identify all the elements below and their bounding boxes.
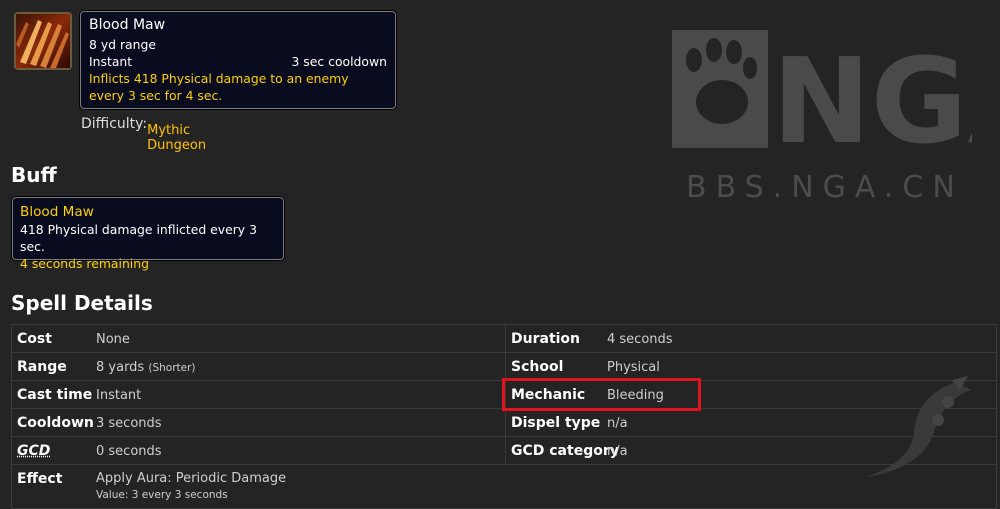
nga-watermark-text: NGA — [772, 32, 972, 150]
spell-range: 8 yd range — [89, 37, 156, 52]
spell-cooldown: 3 sec cooldown — [291, 54, 387, 69]
cost-label: Cost — [17, 331, 52, 347]
table-row: Cooldown 3 seconds Dispel type n/a — [12, 409, 996, 437]
difficulty-value[interactable]: Mythic Dungeon — [147, 123, 206, 153]
table-row: Cost None Duration 4 seconds — [12, 325, 996, 353]
range-yards: 8 yards — [96, 360, 145, 375]
spell-details-table: Cost None Duration 4 seconds Range 8 yar… — [11, 324, 997, 509]
difficulty-label: Difficulty: — [81, 116, 148, 132]
cooldown-label: Cooldown — [17, 415, 94, 431]
cost-value: None — [96, 332, 130, 347]
mechanic-highlight-box — [502, 378, 701, 411]
range-label: Range — [17, 359, 67, 375]
effect-value: Apply Aura: Periodic Damage — [96, 471, 287, 486]
gcd-category-value: n/a — [607, 444, 628, 459]
table-row: Effect Apply Aura: Periodic Damage Value… — [12, 465, 996, 509]
claw-watermark-icon — [856, 372, 976, 486]
spell-tooltip: Blood Maw 8 yd range Instant 3 sec coold… — [80, 11, 396, 109]
buff-tooltip: Blood Maw 418 Physical damage inflicted … — [12, 197, 284, 271]
buff-line1: 418 Physical damage inflicted every 3 se… — [20, 222, 257, 254]
duration-value: 4 seconds — [607, 332, 673, 347]
buff-line2: 4 seconds remaining — [20, 256, 149, 271]
cast-time-label: Cast time — [17, 387, 93, 403]
spell-description: Inflicts 418 Physical damage to an enemy… — [89, 71, 349, 103]
site-watermark: BBS.NGA.CN — [686, 170, 964, 205]
dispel-type-value: n/a — [607, 416, 628, 431]
spell-name: Blood Maw — [89, 17, 166, 33]
gcd-category-label: GCD category — [511, 443, 619, 459]
paw-logo-icon: NGA — [672, 30, 1000, 170]
spell-details-heading: Spell Details — [11, 291, 153, 315]
blood-claw-icon — [16, 14, 70, 68]
range-note: (Shorter) — [148, 362, 196, 374]
cooldown-value: 3 seconds — [96, 416, 162, 431]
difficulty: Difficulty: Mythic Dungeon — [81, 116, 206, 153]
spell-cast: Instant — [89, 54, 133, 69]
buff-name: Blood Maw — [20, 204, 94, 220]
effect-sub: Value: 3 every 3 seconds — [96, 489, 228, 501]
dispel-type-label: Dispel type — [511, 415, 601, 431]
buff-heading: Buff — [11, 163, 57, 187]
school-label: School — [511, 359, 564, 375]
duration-label: Duration — [511, 331, 581, 347]
spell-icon[interactable] — [14, 12, 72, 70]
school-value: Physical — [607, 360, 660, 375]
table-row: GCD 0 seconds GCD category n/a — [12, 437, 996, 465]
effect-label: Effect — [17, 471, 63, 487]
range-value: 8 yards (Shorter) — [96, 360, 196, 375]
gcd-label[interactable]: GCD — [17, 443, 50, 459]
cast-time-value: Instant — [96, 388, 142, 403]
table-row: Range 8 yards (Shorter) School Physical — [12, 353, 996, 381]
nga-watermark-logo: NGA — [672, 30, 1000, 170]
gcd-value: 0 seconds — [96, 444, 162, 459]
